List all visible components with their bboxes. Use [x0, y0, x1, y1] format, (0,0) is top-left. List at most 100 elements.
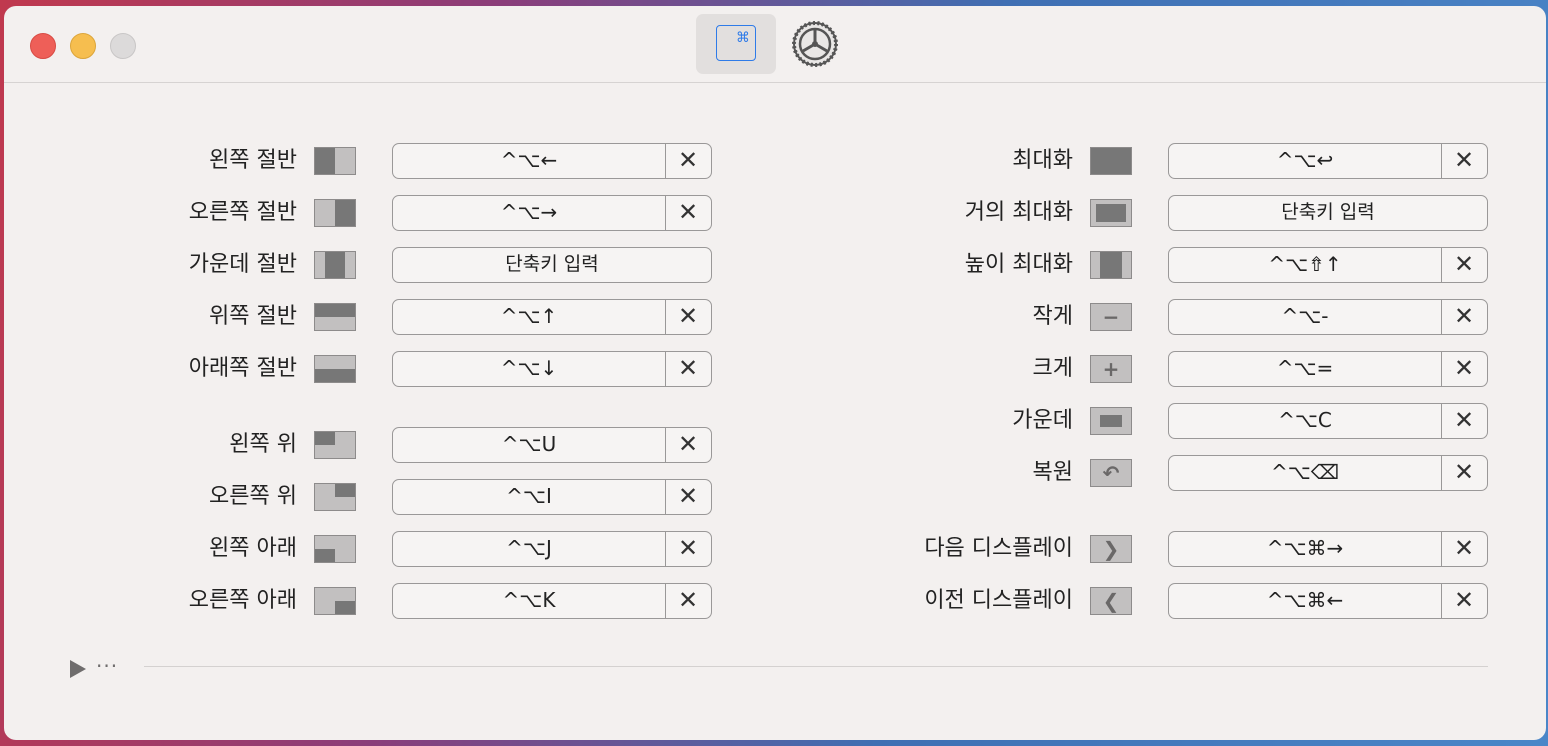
shortcut-label: 왼쪽 위 — [229, 432, 297, 457]
shortcut-recorder[interactable]: ^⌥J ✕ — [392, 531, 712, 567]
center-half-icon — [314, 251, 356, 279]
shortcut-value: ^⌥← — [500, 148, 558, 172]
shortcut-value: ^⌥⌫ — [1270, 460, 1340, 484]
clear-shortcut-button[interactable]: ✕ — [666, 428, 710, 461]
tab-settings[interactable] — [774, 14, 854, 74]
rectangle-preferences-window: ⌘ 왼쪽 절반 ^⌥← ✕ 오른쪽 절반 ^⌥→ ✕ 가운데 절반 단축키 입력위쪽 절반 ^⌥… — [4, 6, 1546, 740]
smaller-icon: − — [1090, 303, 1132, 331]
shortcut-value: ^⌥- — [1281, 304, 1329, 328]
maximize-height-icon — [1090, 251, 1132, 279]
shortcut-recorder-empty[interactable]: 단축키 입력 — [392, 247, 712, 283]
shortcut-label: 다음 디스플레이 — [924, 536, 1073, 561]
restore-icon: ↶ — [1090, 459, 1132, 487]
clear-shortcut-button[interactable]: ✕ — [666, 300, 710, 333]
shortcut-recorder[interactable]: ^⌥↩ ✕ — [1168, 143, 1488, 179]
more-button[interactable]: ··· — [96, 654, 118, 678]
larger-icon: + — [1090, 355, 1132, 383]
top-right-icon — [314, 483, 356, 511]
clear-shortcut-button[interactable]: ✕ — [1442, 532, 1486, 565]
almost-maximize-icon — [1090, 199, 1132, 227]
gear-icon — [792, 21, 838, 67]
shortcut-recorder[interactable]: ^⌥↓ ✕ — [392, 351, 712, 387]
shortcut-label: 오른쪽 아래 — [188, 588, 297, 613]
shortcut-recorder[interactable]: ^⌥C ✕ — [1168, 403, 1488, 439]
zoom-button[interactable] — [110, 33, 136, 59]
shortcut-value: ^⌥↩ — [1276, 148, 1334, 172]
clear-shortcut-button[interactable]: ✕ — [666, 196, 710, 229]
left-half-icon — [314, 147, 356, 175]
shortcut-recorder[interactable]: ^⌥U ✕ — [392, 427, 712, 463]
shortcut-recorder[interactable]: ^⌥→ ✕ — [392, 195, 712, 231]
clear-shortcut-button[interactable]: ✕ — [1442, 248, 1486, 281]
shortcut-label: 오른쪽 절반 — [188, 200, 297, 225]
play-icon[interactable] — [70, 660, 86, 678]
shortcut-recorder[interactable]: ^⌥K ✕ — [392, 583, 712, 619]
shortcut-label: 오른쪽 위 — [209, 484, 297, 509]
shortcut-label: 위쪽 절반 — [209, 304, 297, 329]
shortcut-value: ^⌥→ — [500, 200, 558, 224]
shortcut-value: ^⌥U — [501, 432, 557, 456]
top-left-icon — [314, 431, 356, 459]
shortcut-label: 높이 최대화 — [964, 252, 1073, 277]
clear-shortcut-button[interactable]: ✕ — [1442, 456, 1486, 489]
shortcut-placeholder: 단축키 입력 — [505, 253, 599, 275]
shortcut-label: 크게 — [1032, 356, 1073, 381]
command-key-icon: ⌘ — [716, 25, 756, 61]
shortcut-value: ^⌥↑ — [500, 304, 558, 328]
previous-display-icon: ❮ — [1090, 587, 1132, 615]
center-icon — [1090, 407, 1132, 435]
next-display-icon: ❯ — [1090, 535, 1132, 563]
shortcut-label: 왼쪽 아래 — [209, 536, 297, 561]
shortcut-recorder[interactable]: ^⌥← ✕ — [392, 143, 712, 179]
clear-shortcut-button[interactable]: ✕ — [666, 480, 710, 513]
right-half-icon — [314, 199, 356, 227]
shortcut-label: 가운데 — [1012, 408, 1073, 433]
shortcut-value: ^⌥⇮↑ — [1268, 252, 1342, 276]
clear-shortcut-button[interactable]: ✕ — [1442, 300, 1486, 333]
shortcut-placeholder: 단축키 입력 — [1281, 201, 1375, 223]
shortcut-value: ^⌥⌘→ — [1266, 536, 1344, 560]
clear-shortcut-button[interactable]: ✕ — [666, 352, 710, 385]
close-button[interactable] — [30, 33, 56, 59]
clear-shortcut-button[interactable]: ✕ — [1442, 404, 1486, 437]
shortcut-value: ^⌥I — [506, 484, 552, 508]
clear-shortcut-button[interactable]: ✕ — [666, 144, 710, 177]
shortcut-label: 작게 — [1032, 304, 1073, 329]
shortcut-label: 가운데 절반 — [188, 252, 297, 277]
clear-shortcut-button[interactable]: ✕ — [1442, 584, 1486, 617]
shortcut-recorder[interactable]: ^⌥⌘→ ✕ — [1168, 531, 1488, 567]
bottom-half-icon — [314, 355, 356, 383]
clear-shortcut-button[interactable]: ✕ — [1442, 352, 1486, 385]
shortcut-label: 아래쪽 절반 — [188, 356, 297, 381]
shortcut-recorder[interactable]: ^⌥I ✕ — [392, 479, 712, 515]
shortcut-value: ^⌥⌘← — [1266, 588, 1344, 612]
shortcut-recorder[interactable]: ^⌥⌫ ✕ — [1168, 455, 1488, 491]
shortcut-recorder[interactable]: ^⌥⌘← ✕ — [1168, 583, 1488, 619]
clear-shortcut-button[interactable]: ✕ — [666, 532, 710, 565]
shortcut-label: 복원 — [1032, 460, 1073, 485]
maximize-icon — [1090, 147, 1132, 175]
divider — [144, 666, 1488, 667]
shortcut-label: 왼쪽 절반 — [209, 148, 297, 173]
shortcut-recorder[interactable]: ^⌥= ✕ — [1168, 351, 1488, 387]
shortcut-recorder-empty[interactable]: 단축키 입력 — [1168, 195, 1488, 231]
shortcut-value: ^⌥J — [506, 536, 552, 560]
shortcut-value: ^⌥K — [502, 588, 556, 612]
shortcut-recorder[interactable]: ^⌥↑ ✕ — [392, 299, 712, 335]
shortcut-recorder[interactable]: ^⌥- ✕ — [1168, 299, 1488, 335]
shortcut-label: 이전 디스플레이 — [924, 588, 1073, 613]
shortcut-recorder[interactable]: ^⌥⇮↑ ✕ — [1168, 247, 1488, 283]
clear-shortcut-button[interactable]: ✕ — [666, 584, 710, 617]
bottom-right-icon — [314, 587, 356, 615]
titlebar: ⌘ — [4, 6, 1546, 83]
shortcut-value: ^⌥↓ — [500, 356, 558, 380]
clear-shortcut-button[interactable]: ✕ — [1442, 144, 1486, 177]
shortcut-label: 최대화 — [1012, 148, 1073, 173]
shortcut-value: ^⌥= — [1276, 356, 1334, 380]
top-half-icon — [314, 303, 356, 331]
shortcut-value: ^⌥C — [1278, 408, 1332, 432]
tab-shortcuts[interactable]: ⌘ — [696, 14, 776, 74]
bottom-left-icon — [314, 535, 356, 563]
minimize-button[interactable] — [70, 33, 96, 59]
shortcut-label: 거의 최대화 — [964, 200, 1073, 225]
